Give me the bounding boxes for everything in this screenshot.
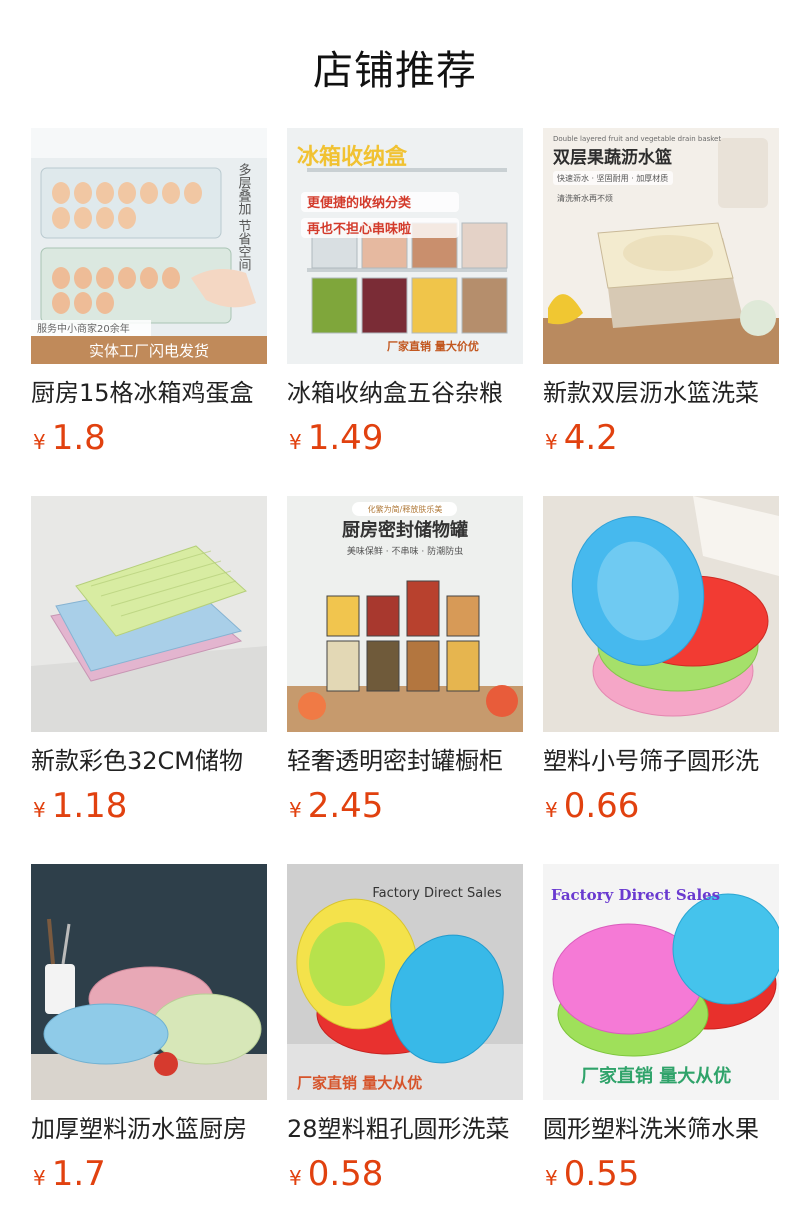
product-price: ¥0.58	[289, 1152, 383, 1202]
product-name[interactable]: 新款彩色32CM储物	[31, 744, 267, 778]
price-value: 1.49	[307, 418, 384, 458]
image-caption: Factory Direct Sales	[372, 886, 502, 901]
product-name[interactable]: 轻奢透明密封罐橱柜	[287, 744, 523, 778]
product-price: ¥1.7	[33, 1152, 106, 1202]
image-caption: 厂家直销 量大价优	[387, 339, 479, 353]
product-name[interactable]: 塑料小号筛子圆形洗	[543, 744, 779, 778]
currency-symbol: ¥	[33, 798, 46, 822]
product-price: ¥0.55	[545, 1152, 639, 1202]
image-caption: 厂家直销 量大从优	[581, 1065, 731, 1087]
currency-symbol: ¥	[33, 430, 46, 454]
currency-symbol: ¥	[545, 1166, 558, 1190]
price-value: 0.58	[307, 1154, 384, 1194]
image-caption: 实体工厂闪电发货	[89, 342, 209, 360]
product-image[interactable]: Factory Direct Sales 厂家直销 量大从优	[543, 864, 779, 1100]
product-image[interactable]: Double layered fruit and vegetable drain…	[543, 128, 779, 364]
currency-symbol: ¥	[545, 430, 558, 454]
product-image[interactable]	[31, 496, 267, 732]
product-image[interactable]: 冰箱收纳盒 更便捷的收纳分类 再也不担心串味啦 厂家直销 量大价优	[287, 128, 523, 364]
currency-symbol: ¥	[289, 430, 302, 454]
image-caption: 双层果蔬沥水篮	[553, 147, 672, 168]
image-caption: 厨房密封储物罐	[342, 519, 468, 541]
currency-symbol: ¥	[33, 1166, 46, 1190]
product-price: ¥0.66	[545, 784, 639, 834]
product-image[interactable]: 化繁为简/释放肤乐美 厨房密封储物罐 美味保鲜 · 不串味 · 防潮防虫	[287, 496, 523, 732]
image-caption: 再也不担心串味啦	[307, 221, 411, 237]
product-price: ¥1.18	[33, 784, 127, 834]
image-caption: 快速沥水 · 坚固耐用 · 加厚材质	[557, 173, 668, 183]
product-image[interactable]: 多层叠加 节省空间 服务中小商家20余年 实体工厂闪电发货	[31, 128, 267, 364]
image-caption: 更便捷的收纳分类	[307, 195, 412, 211]
page-title: 店铺推荐	[313, 48, 477, 94]
image-caption: 厂家直销 量大从优	[297, 1074, 422, 1092]
price-value: 1.7	[51, 1154, 106, 1194]
product-price: ¥1.49	[289, 416, 383, 466]
image-caption: 清洗新水再不烦	[557, 193, 613, 203]
product-price: ¥1.8	[33, 416, 106, 466]
product-name[interactable]: 28塑料粗孔圆形洗菜	[287, 1112, 523, 1146]
product-price: ¥4.2	[545, 416, 618, 466]
product-image[interactable]: Factory Direct Sales 厂家直销 量大从优	[287, 864, 523, 1100]
currency-symbol: ¥	[289, 1166, 302, 1190]
image-caption: Factory Direct Sales	[551, 886, 720, 904]
product-image[interactable]	[543, 496, 779, 732]
price-value: 1.8	[51, 418, 106, 458]
image-caption: 化繁为简/释放肤乐美	[368, 504, 443, 514]
image-caption: 美味保鲜 · 不串味 · 防潮防虫	[347, 545, 463, 557]
product-name[interactable]: 圆形塑料洗米筛水果	[543, 1112, 779, 1146]
image-caption: 多层叠加 节省空间	[236, 162, 252, 271]
product-name[interactable]: 新款双层沥水篮洗菜	[543, 376, 779, 410]
price-value: 0.55	[563, 1154, 640, 1194]
product-name[interactable]: 加厚塑料沥水篮厨房	[31, 1112, 267, 1146]
currency-symbol: ¥	[545, 798, 558, 822]
price-value: 4.2	[563, 418, 618, 458]
image-caption: 冰箱收纳盒	[297, 144, 408, 170]
product-image[interactable]	[31, 864, 267, 1100]
image-caption: 服务中小商家20余年	[37, 322, 130, 335]
currency-symbol: ¥	[289, 798, 302, 822]
price-value: 1.18	[51, 786, 128, 826]
product-price: ¥2.45	[289, 784, 383, 834]
product-name[interactable]: 厨房15格冰箱鸡蛋盒	[31, 376, 267, 410]
price-value: 2.45	[307, 786, 384, 826]
product-name[interactable]: 冰箱收纳盒五谷杂粮	[287, 376, 523, 410]
price-value: 0.66	[563, 786, 640, 826]
image-caption: Double layered fruit and vegetable drain…	[553, 135, 721, 143]
